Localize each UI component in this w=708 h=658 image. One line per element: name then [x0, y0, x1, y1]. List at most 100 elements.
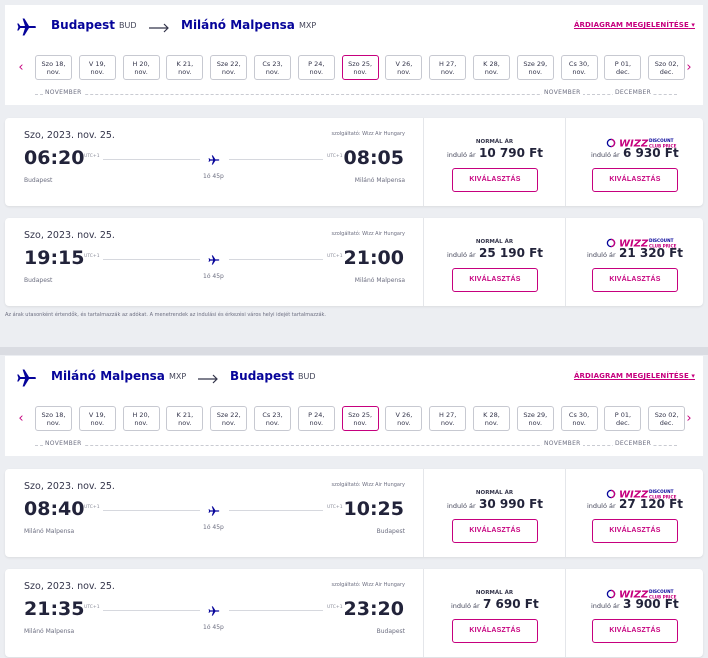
date-month: nov.: [134, 68, 148, 76]
select-button[interactable]: KIVÁLASZTÁS: [452, 268, 538, 292]
select-button[interactable]: KIVÁLASZTÁS: [452, 519, 538, 543]
date-day: H 27,: [439, 411, 457, 419]
date-month: nov.: [572, 419, 586, 427]
date-option[interactable]: Sze 29, nov.: [516, 55, 554, 80]
date-option[interactable]: V 19, nov.: [78, 55, 116, 80]
select-button[interactable]: KIVÁLASZTÁS: [592, 268, 678, 292]
date-option[interactable]: Cs 30, nov.: [560, 406, 598, 431]
date-month: nov.: [353, 419, 367, 427]
date-month: nov.: [265, 68, 280, 76]
month-label: NOVEMBER: [542, 440, 583, 447]
date-day: K 28,: [483, 411, 500, 419]
date-option[interactable]: H 20, nov.: [122, 406, 160, 431]
date-month: nov.: [484, 419, 499, 427]
select-button[interactable]: KIVÁLASZTÁS: [592, 619, 678, 643]
date-month: nov.: [309, 68, 324, 76]
from-price-label: induló ár: [587, 502, 616, 510]
club-fare: WIZZ DISCOUNT CLUB PRICE induló ár 21 320 Ft…: [565, 218, 703, 306]
plane-icon: [206, 503, 222, 517]
date-option[interactable]: P 24, nov.: [297, 406, 335, 431]
flight-card[interactable]: Szo, 2023. nov. 25. szolgáltató: Wizz Air…: [5, 569, 703, 657]
date-option[interactable]: V 19, nov.: [78, 406, 116, 431]
normal-price: 25 190 Ft: [479, 246, 544, 260]
date-option[interactable]: K 21, nov.: [166, 55, 204, 80]
date-option[interactable]: V 26, nov.: [385, 406, 423, 431]
club-price: 3 900 Ft: [623, 597, 679, 611]
flight-path-line: [103, 259, 200, 260]
flight-path-line: [103, 510, 200, 511]
select-button[interactable]: KIVÁLASZTÁS: [592, 519, 678, 543]
date-option[interactable]: H 20, nov.: [122, 55, 160, 80]
date-option[interactable]: V 26, nov.: [385, 55, 423, 80]
date-option[interactable]: H 27, nov.: [429, 406, 467, 431]
month-label: DECEMBER: [613, 440, 654, 447]
arrival-city: Budapest: [376, 528, 405, 535]
date-option[interactable]: K 28, nov.: [473, 406, 510, 431]
fare-chart-link[interactable]: ÁRDIAGRAM MEGJELENÍTÉSE ▾: [574, 21, 695, 29]
date-option[interactable]: Szo 18, nov.: [35, 406, 72, 431]
arrow-right-icon: [198, 370, 220, 384]
chevron-left-icon[interactable]: ‹: [16, 61, 26, 75]
chevron-right-icon[interactable]: ›: [684, 61, 694, 75]
date-day: P 24,: [308, 411, 325, 419]
date-day: Szo 18,: [41, 60, 66, 68]
departure-time: 19:15: [24, 247, 85, 269]
date-option[interactable]: Szo 02, dec.: [648, 406, 686, 431]
normal-fare: NORMÁL ÁR induló ár 25 190 Ft KIVÁLASZTÁS: [423, 218, 565, 306]
chevron-right-icon[interactable]: ›: [684, 412, 694, 426]
date-option[interactable]: Cs 23, nov.: [254, 406, 291, 431]
plane-icon: [206, 603, 222, 617]
flight-path-line: [229, 510, 323, 511]
date-option[interactable]: Szo 02, dec.: [648, 55, 686, 80]
destination-code: MXP: [299, 21, 317, 30]
date-option[interactable]: Cs 30, nov.: [560, 55, 598, 80]
date-option[interactable]: H 27, nov.: [429, 55, 467, 80]
date-option[interactable]: P 01, dec.: [604, 406, 642, 431]
chevron-down-icon: ▾: [688, 372, 695, 380]
departure-utc: UTC+1: [84, 605, 100, 610]
date-month: dec.: [659, 419, 674, 427]
route-row: Budapest BUD Milánó Malpensa MXP ÁRDIAGRAM M…: [5, 5, 703, 49]
date-option[interactable]: K 21, nov.: [166, 406, 204, 431]
wizz-discount-club-logo: WIZZ DISCOUNT CLUB PRICE: [606, 134, 678, 150]
date-day: Sze 29,: [523, 60, 548, 68]
select-button[interactable]: KIVÁLASZTÁS: [452, 168, 538, 192]
departure-city: Milánó Malpensa: [24, 528, 75, 535]
fare-chart-link-label: ÁRDIAGRAM MEGJELENÍTÉSE: [573, 21, 689, 29]
date-option[interactable]: P 24, nov.: [297, 55, 335, 80]
date-option[interactable]: Szo 25, nov.: [341, 55, 379, 80]
date-option[interactable]: K 28, nov.: [473, 55, 510, 80]
normal-fare: NORMÁL ÁR induló ár 10 790 Ft KIVÁLASZTÁS: [423, 118, 565, 206]
month-labels: NOVEMBER NOVEMBER DECEMBER: [5, 89, 703, 101]
select-button[interactable]: KIVÁLASZTÁS: [592, 168, 678, 192]
departure-time: 06:20: [24, 147, 85, 169]
origin-code: BUD: [119, 21, 137, 30]
date-option[interactable]: P 01, dec.: [604, 55, 642, 80]
date-option[interactable]: Szo 25, nov.: [341, 406, 379, 431]
flight-date: Szo, 2023. nov. 25.: [24, 481, 115, 492]
select-button[interactable]: KIVÁLASZTÁS: [452, 619, 538, 643]
date-option[interactable]: Cs 23, nov.: [254, 55, 291, 80]
origin-city: Milánó Malpensa: [51, 369, 165, 383]
date-option[interactable]: Sze 29, nov.: [516, 406, 554, 431]
arrival-utc: UTC+1: [327, 505, 343, 510]
departure-time: 21:35: [24, 598, 85, 620]
flight-date: Szo, 2023. nov. 25.: [24, 130, 115, 141]
flight-card[interactable]: Szo, 2023. nov. 25. szolgáltató: Wizz Air…: [5, 218, 703, 306]
date-month: nov.: [484, 68, 499, 76]
chevron-left-icon[interactable]: ‹: [16, 412, 26, 426]
flight-card[interactable]: Szo, 2023. nov. 25. szolgáltató: Wizz Air…: [5, 118, 703, 206]
date-month: nov.: [221, 419, 236, 427]
fare-chart-link[interactable]: ÁRDIAGRAM MEGJELENÍTÉSE ▾: [574, 372, 695, 380]
flight-date: Szo, 2023. nov. 25.: [24, 230, 115, 241]
month-divider: [35, 94, 595, 95]
date-day: Szo 02,: [654, 60, 679, 68]
date-option[interactable]: Szo 18, nov.: [35, 55, 72, 80]
from-price-label: induló ár: [587, 251, 616, 259]
wizz-discount-club-logo: WIZZ DISCOUNT CLUB PRICE: [606, 485, 678, 501]
date-month: nov.: [440, 419, 455, 427]
flight-card[interactable]: Szo, 2023. nov. 25. szolgáltató: Wizz Air…: [5, 469, 703, 557]
date-option[interactable]: Sze 22, nov.: [210, 55, 248, 80]
date-option[interactable]: Sze 22, nov.: [210, 406, 248, 431]
date-month: nov.: [397, 419, 411, 427]
